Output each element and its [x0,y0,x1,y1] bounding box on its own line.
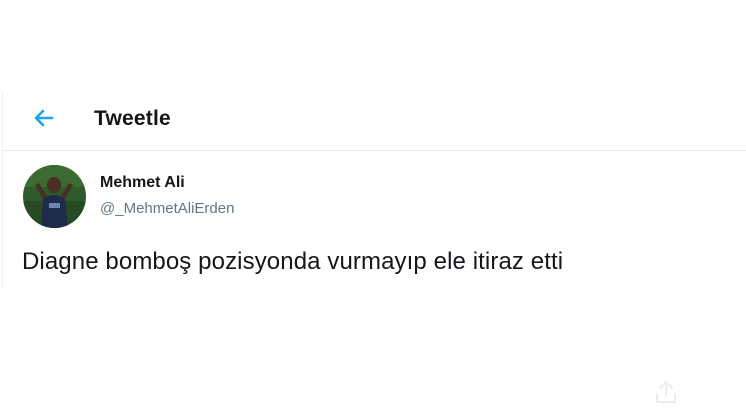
arrow-left-icon [34,109,54,127]
back-button[interactable] [29,103,59,133]
tweet-text: Diagne bomboş pozisyonda vurmayıp ele it… [22,248,564,275]
tweet-card: Tweetle Mehmet Ali @_MehmetAliErden Diag… [2,92,746,290]
share-icon[interactable] [652,378,680,406]
avatar[interactable] [23,165,86,228]
author-handle[interactable]: @_MehmetAliErden [100,200,234,217]
tweet-header: Tweetle [3,92,746,151]
page: Tweetle Mehmet Ali @_MehmetAliErden Diag… [0,0,746,420]
avatar-image [23,165,86,228]
author-display-name[interactable]: Mehmet Ali [100,174,185,192]
page-title: Tweetle [94,107,171,130]
